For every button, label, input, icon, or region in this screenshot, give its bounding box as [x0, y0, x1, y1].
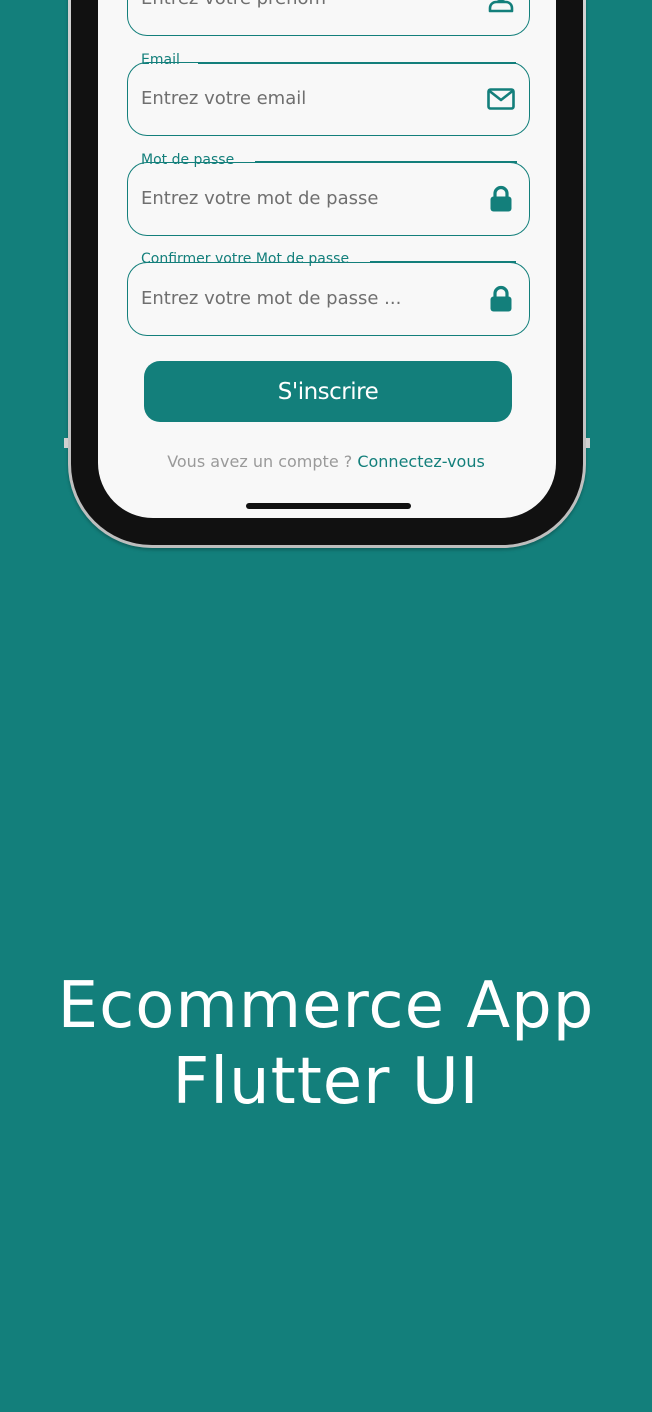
signin-prompt: Vous avez un compte ? Connectez-vous [0, 452, 652, 471]
user-icon [488, 0, 514, 13]
home-indicator [246, 503, 411, 509]
email-placeholder: Entrez votre email [141, 88, 307, 109]
lock-icon [490, 285, 512, 312]
firstname-placeholder: Entrez votre prénom [141, 0, 326, 34]
headline-line-1: Ecommerce App [57, 969, 595, 1043]
promo-headline: Ecommerce App Flutter UI [0, 968, 652, 1120]
phone-side-button [64, 438, 68, 448]
firstname-field[interactable]: Entrez votre prénom [127, 0, 530, 36]
signin-link[interactable]: Connectez-vous [357, 452, 484, 471]
confirm-password-field[interactable]: Entrez votre mot de passe ... [127, 262, 530, 336]
phone-side-button [586, 438, 590, 448]
lock-icon [490, 185, 512, 212]
signin-question: Vous avez un compte ? [167, 452, 353, 471]
confirm-password-placeholder: Entrez votre mot de passe ... [141, 288, 402, 309]
password-field[interactable]: Entrez votre mot de passe [127, 162, 530, 236]
email-field[interactable]: Entrez votre email [127, 62, 530, 136]
headline-line-2: Flutter UI [172, 1045, 480, 1119]
signup-button[interactable]: S'inscrire [144, 361, 512, 422]
password-placeholder: Entrez votre mot de passe [141, 188, 379, 209]
mail-icon [487, 88, 515, 110]
